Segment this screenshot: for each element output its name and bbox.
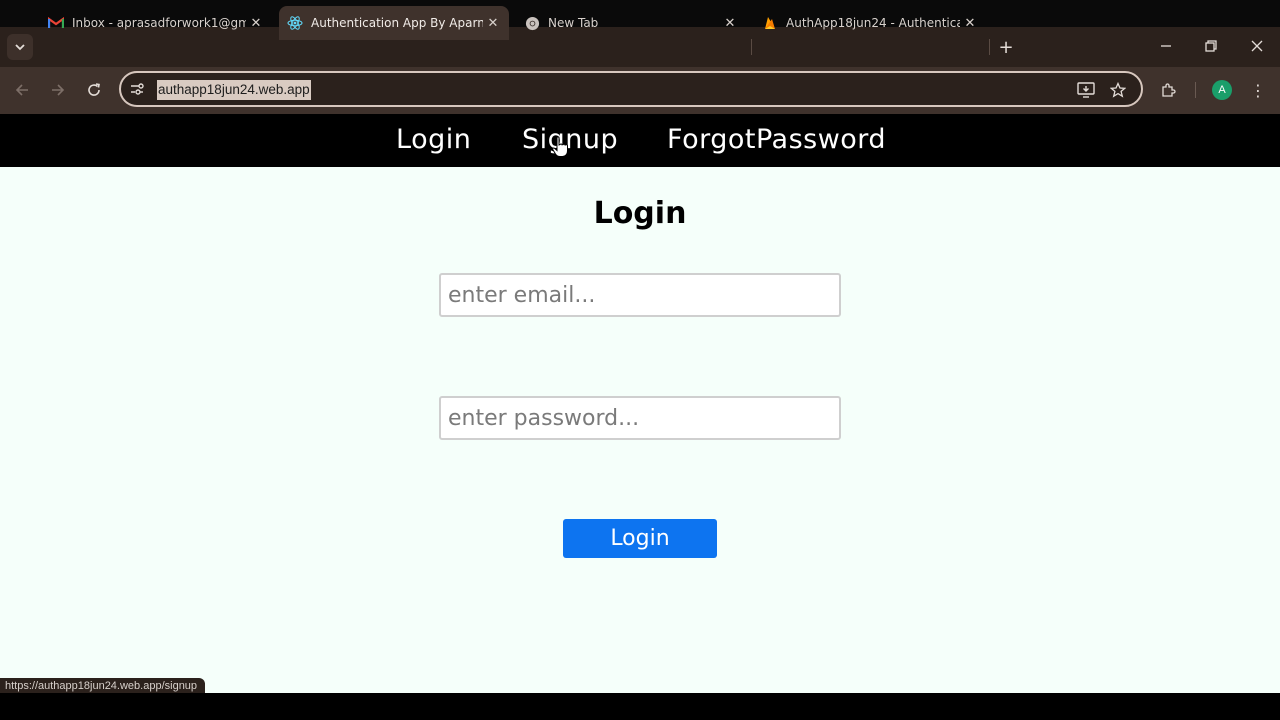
gmail-icon [48,15,64,31]
close-icon [1251,40,1263,52]
reload-button[interactable] [82,78,106,102]
minimize-button[interactable] [1154,34,1178,58]
install-app-icon[interactable] [1076,80,1096,100]
minimize-icon [1161,45,1171,47]
tab-search-button[interactable] [7,34,33,60]
tab-separator [989,39,990,55]
login-button[interactable]: Login [563,519,717,558]
profile-avatar[interactable]: A [1212,80,1232,100]
tab-new-tab[interactable]: New Tab ✕ [516,6,746,40]
web-page: Login Signup ForgotPassword Login Login [0,114,1280,693]
tab-separator [751,39,752,55]
tab-title: Inbox - aprasadforwork1@gmail [72,16,246,30]
reload-icon [88,83,100,96]
nav-signup-link[interactable]: Signup [522,122,618,158]
tab-firebase-console[interactable]: AuthApp18jun24 - Authenticati ✕ [754,6,986,40]
back-button[interactable] [10,78,34,102]
tab-authentication-app[interactable]: Authentication App By Aparna ✕ [279,6,509,40]
plus-icon: + [998,36,1014,58]
chrome-icon [524,15,540,31]
close-icon[interactable]: ✕ [483,13,503,33]
hand-pointer-cursor-icon [552,136,568,157]
status-bar-link-preview: https://authapp18jun24.web.app/signup [0,678,206,693]
nav-login-link[interactable]: Login [396,122,471,158]
site-info-icon[interactable] [128,80,146,98]
tab-title: New Tab [548,16,599,30]
arrow-right-icon [52,84,65,96]
close-icon[interactable]: ✕ [246,13,266,33]
extensions-puzzle-icon[interactable] [1159,80,1179,100]
forward-button[interactable] [46,78,70,102]
nav-forgot-password-link[interactable]: ForgotPassword [667,122,886,158]
close-icon[interactable]: ✕ [960,13,980,33]
tab-title: AuthApp18jun24 - Authenticati [786,16,960,30]
tab-gmail[interactable]: Inbox - aprasadforwork1@gmail ✕ [40,6,272,40]
restore-button[interactable] [1199,34,1223,58]
tab-title: Authentication App By Aparna [311,16,483,30]
app-navbar: Login Signup ForgotPassword [0,114,1280,167]
chevron-down-icon [15,44,25,51]
close-icon[interactable]: ✕ [720,13,740,33]
page-title: Login [593,196,687,231]
arrow-left-icon [15,84,28,96]
react-icon [287,15,303,31]
email-field[interactable] [439,273,841,317]
close-window-button[interactable] [1245,34,1269,58]
password-field[interactable] [439,396,841,440]
bookmark-star-icon[interactable] [1108,80,1128,100]
screen-bottom-border [0,693,1280,720]
firebase-icon [762,15,778,31]
toolbar-separator [1195,82,1196,98]
more-menu-icon[interactable]: ⋮ [1250,80,1266,100]
url-text[interactable]: authapp18jun24.web.app [157,80,311,100]
restore-icon [1205,40,1217,52]
new-tab-button[interactable]: + [995,36,1017,58]
